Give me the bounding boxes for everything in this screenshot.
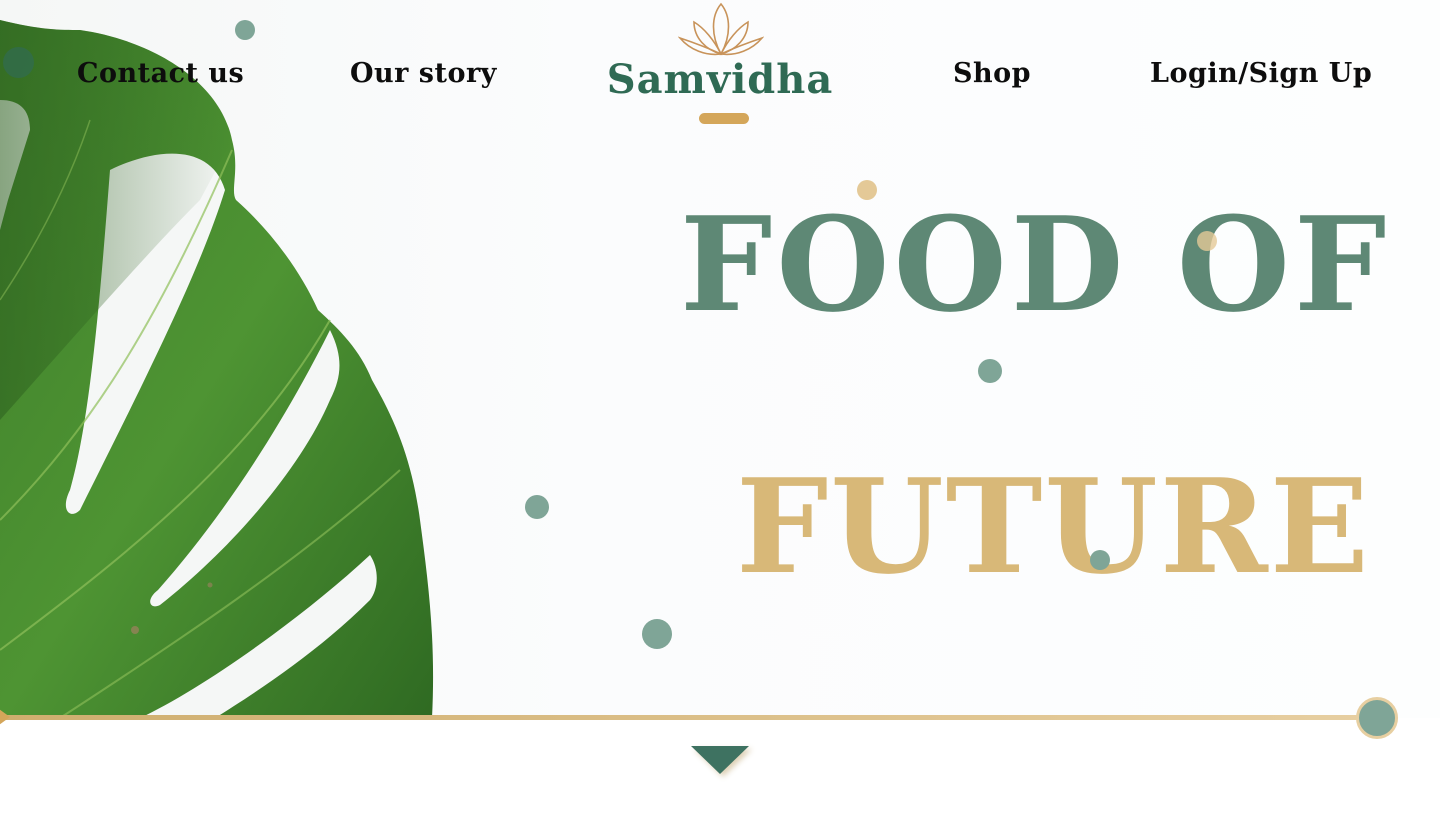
decorative-dot — [525, 495, 549, 519]
divider-start-marker — [0, 704, 10, 730]
decorative-dot — [857, 180, 877, 200]
nav-our-story[interactable]: Our story — [350, 58, 497, 89]
decorative-dot — [235, 20, 255, 40]
decorative-dot — [642, 619, 672, 649]
active-indicator — [699, 113, 749, 124]
decorative-dot — [1197, 231, 1217, 251]
hero-headline-line1: FOOD OF — [680, 188, 1391, 341]
landing-page: Contact us Our story Shop Login/Sign Up … — [0, 0, 1440, 827]
hero-headline-line2: FUTURE — [736, 450, 1371, 603]
decorative-dot — [1090, 550, 1110, 570]
decorative-dot — [978, 359, 1002, 383]
nav-shop[interactable]: Shop — [953, 58, 1031, 89]
decorative-dot — [3, 47, 34, 78]
section-divider — [0, 715, 1370, 720]
brand-name: Samvidha — [606, 56, 834, 103]
brand-logo[interactable]: Samvidha — [600, 0, 840, 130]
circle-icon[interactable] — [1356, 697, 1398, 739]
lotus-icon — [678, 2, 764, 56]
triangle-down-icon[interactable] — [691, 746, 749, 774]
nav-login-signup[interactable]: Login/Sign Up — [1150, 58, 1372, 89]
nav-contact-us[interactable]: Contact us — [77, 58, 244, 89]
monstera-leaf-image — [0, 20, 434, 718]
